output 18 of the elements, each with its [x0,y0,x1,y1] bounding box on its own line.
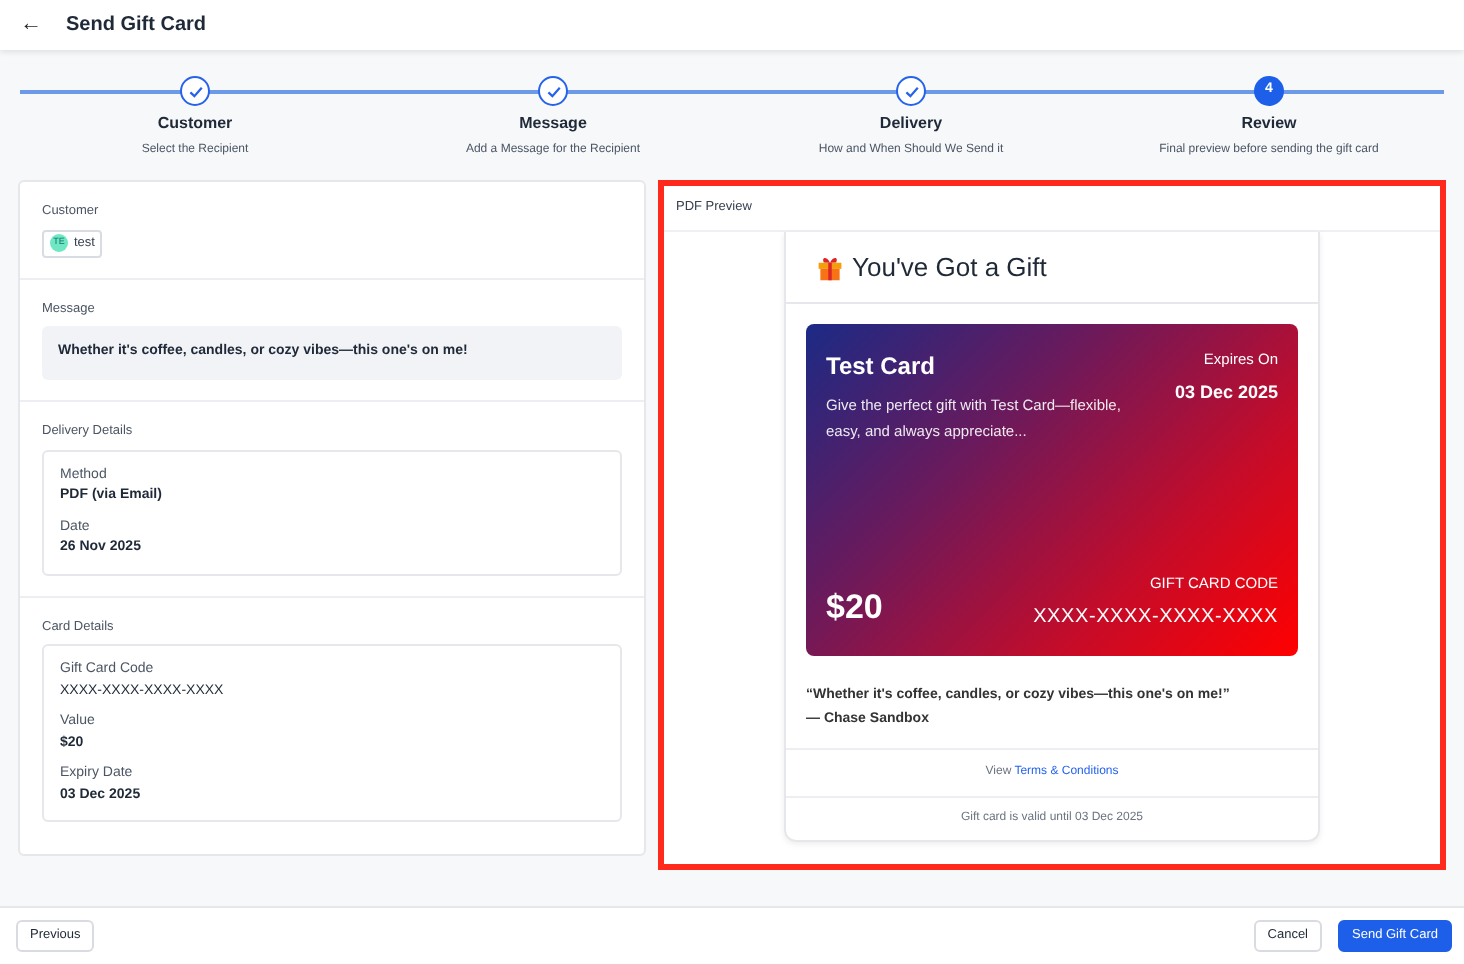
gift-icon [816,253,844,281]
expiry-date: 03 Dec 2025 [1174,379,1278,405]
completed-step-circle[interactable] [896,76,926,106]
completed-step-circle[interactable] [538,76,568,106]
check-icon [903,83,919,99]
card-amount: $20 [826,585,883,630]
step-title: Customer [157,112,233,136]
check-icon [545,83,561,99]
page-title: Send Gift Card [66,12,207,40]
check-icon [187,83,203,99]
preview-heading: You've Got a Gift [852,249,1047,286]
completed-step-circle[interactable] [180,76,210,106]
step-title: Review [1241,112,1297,136]
step-title: Message [519,112,587,136]
back-arrow[interactable]: ← [20,8,42,42]
step-title: Delivery [879,112,943,136]
gift-card-code: XXXX-XXXX-XXXX-XXXX [1033,604,1278,633]
card-name: Test Card [826,350,937,385]
